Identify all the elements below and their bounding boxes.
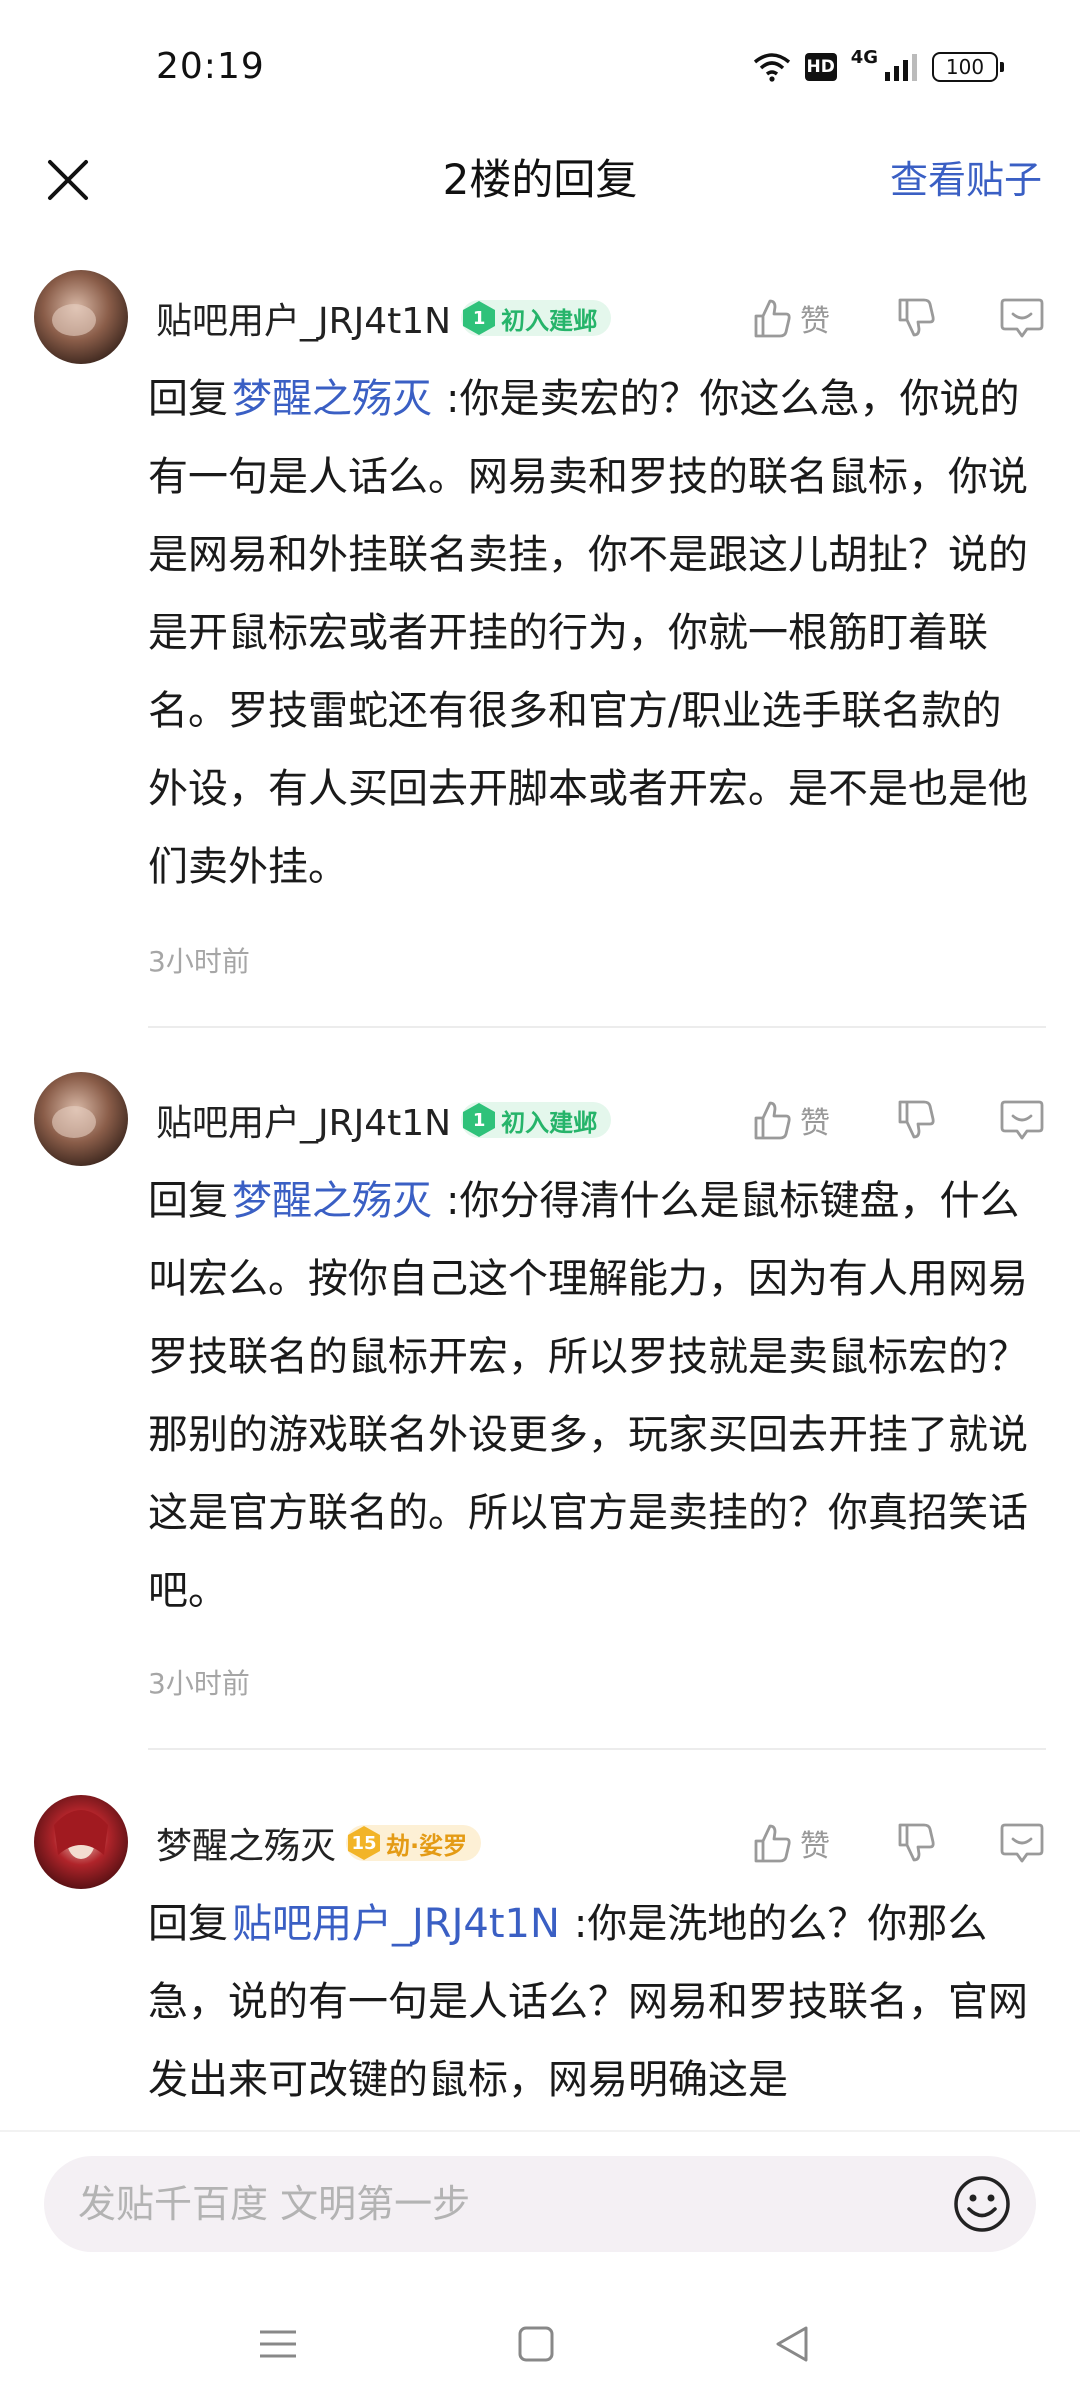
level-badge: 1 初入建邺 [461, 1102, 612, 1138]
thumbs-up-icon [754, 1101, 791, 1140]
mention-link[interactable]: 贴吧用户_JRJ4t1N [232, 1901, 560, 1947]
like-button[interactable]: 赞 [750, 296, 860, 340]
bottom-bar: 发贴千百度 文明第一步 [0, 2130, 1080, 2400]
status-icons: HD 4G 100 [753, 47, 1004, 82]
signal-icon [885, 54, 917, 81]
nav-home-button[interactable] [496, 2304, 576, 2384]
reply-item: 贴吧用户_JRJ4t1N 1 初入建邺 赞 回复 梦醒之殇灭:你是卖宏的？你这么急… [0, 270, 1080, 1030]
avatar[interactable] [34, 1072, 128, 1166]
reply-item: 贴吧用户_JRJ4t1N 1 初入建邺 赞 回复 梦醒之殇灭:你分得清什么是鼠标键… [0, 1072, 1080, 1802]
level-name: 初入建邺 [501, 306, 598, 335]
level-name: 初入建邺 [501, 1108, 598, 1137]
thumbs-down-icon [898, 1823, 935, 1862]
level-number: 1 [472, 307, 486, 329]
level-badge: 15 劫·娑罗 [346, 1825, 482, 1861]
reply-input[interactable]: 发贴千百度 文明第一步 [44, 2156, 1036, 2252]
mention-link[interactable]: 梦醒之殇灭 [232, 376, 432, 422]
reply-item: 梦醒之殇灭 15 劫·娑罗 赞 回复 贴吧用户_JRJ4t1N:你是洗地的么？你那… [0, 1795, 1080, 2130]
view-post-link[interactable]: 查看贴子 [890, 150, 1042, 210]
avatar[interactable] [34, 270, 128, 364]
status-time: 20:19 [156, 46, 265, 87]
comment-icon [1000, 298, 1044, 338]
like-button[interactable]: 赞 [750, 1821, 860, 1865]
comment-button[interactable] [994, 290, 1050, 346]
network-type: 4G [850, 46, 878, 68]
thumbs-up-icon [754, 1824, 791, 1863]
battery-indicator: 100 [932, 52, 1004, 82]
header: 2楼的回复 查看贴子 [0, 140, 1080, 260]
mention-link[interactable]: 梦醒之殇灭 [232, 1178, 432, 1224]
hd-badge: HD [804, 53, 837, 81]
level-gem-icon: 1 [461, 300, 497, 336]
level-name: 劫·娑罗 [386, 1831, 468, 1860]
comment-button[interactable] [994, 1092, 1050, 1148]
nav-back-button[interactable] [752, 2304, 832, 2384]
nav-menu-button[interactable] [238, 2304, 318, 2384]
like-label: 赞 [800, 1829, 830, 1864]
level-badge: 1 初入建邺 [461, 300, 612, 336]
reply-text: 回复 贴吧用户_JRJ4t1N:你是洗地的么？你那么急，说的有一句是人话么？网易和… [148, 1885, 1038, 2119]
emoji-button[interactable] [950, 2172, 1014, 2236]
thumbs-up-icon [754, 299, 791, 338]
thumbs-down-icon [898, 1100, 935, 1139]
like-label: 赞 [800, 1106, 830, 1141]
like-button[interactable]: 赞 [750, 1098, 860, 1142]
reply-input-placeholder: 发贴千百度 文明第一步 [78, 2182, 471, 2226]
close-icon [48, 160, 88, 200]
reply-prefix: 回复 [148, 1178, 228, 1224]
reply-body: :你是卖宏的？你这么急，你说的有一句是人话么。网易卖和罗技的联名鼠标，你说是网易… [148, 376, 1028, 890]
reply-timestamp: 3小时前 [148, 945, 250, 978]
username[interactable]: 梦醒之殇灭 [156, 1817, 336, 1869]
comment-icon [1000, 1100, 1044, 1140]
reply-text: 回复 梦醒之殇灭:你分得清什么是鼠标键盘，什么叫宏么。按你自己这个理解能力，因为有… [148, 1162, 1038, 1630]
back-icon [776, 2326, 808, 2362]
home-icon [518, 2326, 554, 2362]
username[interactable]: 贴吧用户_JRJ4t1N [156, 292, 451, 344]
reply-prefix: 回复 [148, 1901, 228, 1947]
dislike-button[interactable] [888, 290, 944, 346]
system-nav-bar [0, 2292, 1080, 2400]
level-gem-icon: 15 [346, 1825, 382, 1861]
reply-timestamp: 3小时前 [148, 1667, 250, 1700]
emoji-icon [954, 2176, 1010, 2232]
status-bar: 20:19 HD 4G 100 [0, 0, 1080, 140]
username[interactable]: 贴吧用户_JRJ4t1N [156, 1094, 451, 1146]
divider [148, 1026, 1046, 1028]
level-gem-icon: 1 [461, 1102, 497, 1138]
like-label: 赞 [800, 304, 830, 339]
comment-icon [1000, 1823, 1044, 1863]
divider [148, 1748, 1046, 1750]
close-button[interactable] [38, 150, 98, 210]
level-number: 1 [472, 1109, 486, 1131]
thumbs-down-icon [898, 298, 935, 337]
comment-button[interactable] [994, 1815, 1050, 1871]
menu-icon [260, 2330, 296, 2358]
wifi-icon [753, 53, 790, 82]
level-number: 15 [351, 1832, 377, 1854]
reply-text: 回复 梦醒之殇灭:你是卖宏的？你这么急，你说的有一句是人话么。网易卖和罗技的联名鼠… [148, 360, 1038, 906]
reply-body: :你分得清什么是鼠标键盘，什么叫宏么。按你自己这个理解能力，因为有人用网易罗技联… [148, 1178, 1028, 1614]
dislike-button[interactable] [888, 1815, 944, 1871]
dislike-button[interactable] [888, 1092, 944, 1148]
avatar[interactable] [34, 1795, 128, 1889]
reply-prefix: 回复 [148, 376, 228, 422]
